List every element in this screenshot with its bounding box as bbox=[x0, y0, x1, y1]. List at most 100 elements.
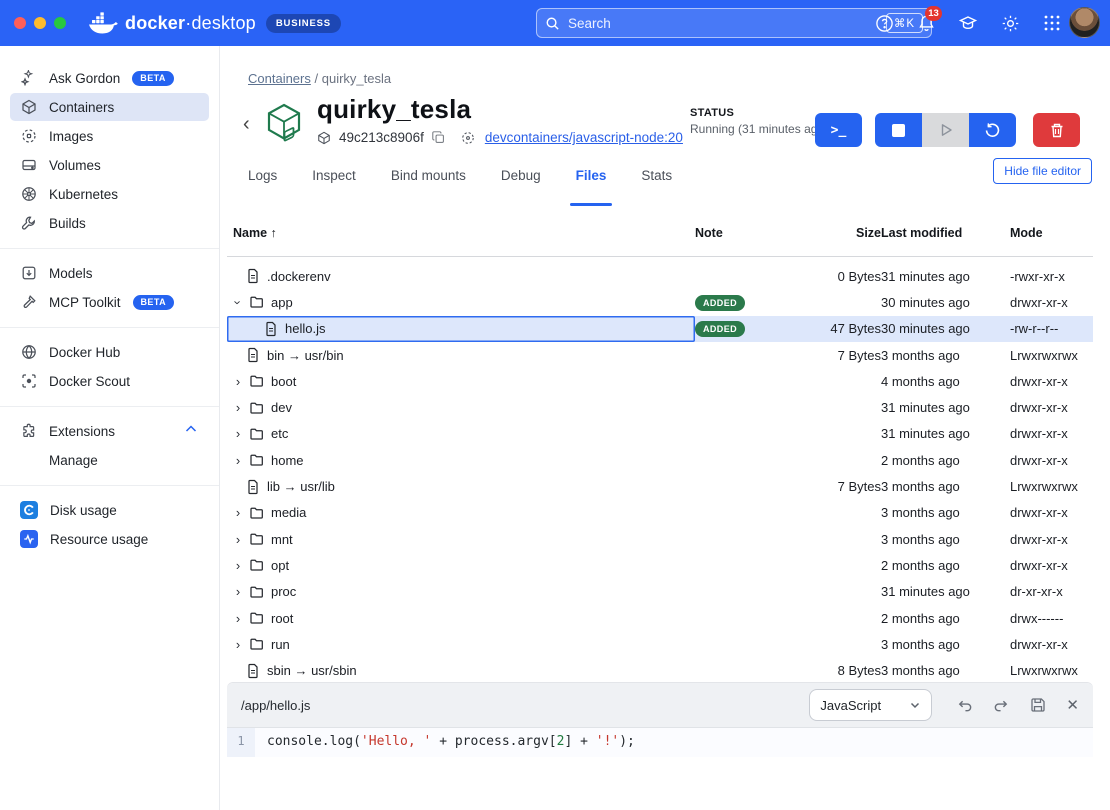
file-row-media[interactable]: ›media3 months agodrwxr-xr-x bbox=[227, 500, 1093, 526]
chevron-up-icon[interactable] bbox=[183, 421, 199, 442]
file-row-sbin[interactable]: sbin → usr/sbin8 Bytes3 months agoLrwxrw… bbox=[227, 657, 1093, 683]
sidebar-item-builds[interactable]: Builds bbox=[10, 209, 209, 237]
stop-button[interactable] bbox=[875, 113, 922, 147]
tab-files[interactable]: Files bbox=[576, 164, 607, 200]
close-editor-icon[interactable]: ✕ bbox=[1066, 696, 1079, 714]
column-header-mode[interactable]: Mode bbox=[1010, 226, 1093, 240]
window-close-button[interactable] bbox=[14, 17, 26, 29]
file-name-cell[interactable]: sbin → usr/sbin bbox=[227, 657, 695, 683]
restart-button[interactable] bbox=[969, 113, 1016, 147]
chevron-collapsed-icon[interactable]: › bbox=[233, 637, 243, 652]
file-name-cell[interactable]: ›proc bbox=[227, 579, 695, 605]
breadcrumb-containers-link[interactable]: Containers bbox=[248, 71, 311, 86]
sidebar-item-kubernetes[interactable]: Kubernetes bbox=[10, 180, 209, 208]
language-select[interactable]: JavaScript bbox=[809, 689, 932, 721]
undo-icon[interactable] bbox=[955, 696, 973, 714]
file-name-cell[interactable]: hello.js bbox=[227, 316, 695, 342]
file-name-cell[interactable]: ›boot bbox=[227, 368, 695, 394]
sidebar-section: Disk usageResource usage bbox=[0, 485, 219, 558]
file-row-opt[interactable]: ›opt2 months agodrwxr-xr-x bbox=[227, 552, 1093, 578]
chevron-collapsed-icon[interactable]: › bbox=[233, 611, 243, 626]
file-name-cell[interactable]: .dockerenv bbox=[227, 263, 695, 289]
column-header-modified[interactable]: Last modified bbox=[881, 226, 1010, 240]
redo-icon[interactable] bbox=[992, 696, 1010, 714]
tab-stats[interactable]: Stats bbox=[641, 164, 672, 200]
save-icon[interactable] bbox=[1029, 696, 1047, 714]
user-avatar[interactable] bbox=[1069, 7, 1100, 38]
sidebar-item-label: Docker Hub bbox=[49, 345, 120, 360]
file-name-cell[interactable]: lib → usr/lib bbox=[227, 473, 695, 499]
file-row-lib[interactable]: lib → usr/lib7 Bytes3 months agoLrwxrwxr… bbox=[227, 473, 1093, 499]
chevron-collapsed-icon[interactable]: › bbox=[233, 374, 243, 389]
tab-debug[interactable]: Debug bbox=[501, 164, 541, 200]
column-header-name[interactable]: Name ↑ bbox=[227, 226, 695, 240]
file-row-boot[interactable]: ›boot4 months agodrwxr-xr-x bbox=[227, 368, 1093, 394]
sidebar-item-docker-scout[interactable]: Docker Scout bbox=[10, 367, 209, 395]
chevron-collapsed-icon[interactable]: › bbox=[233, 584, 243, 599]
sidebar-item-manage[interactable]: Manage bbox=[10, 446, 209, 474]
sidebar-item-models[interactable]: Models bbox=[10, 259, 209, 287]
apps-grid-icon[interactable] bbox=[1042, 13, 1062, 33]
search-input[interactable]: Search ⌘K bbox=[536, 8, 932, 38]
copy-id-icon[interactable] bbox=[432, 131, 445, 144]
file-name-cell[interactable]: ›dev bbox=[227, 394, 695, 420]
file-row-app[interactable]: ›appADDED30 minutes agodrwxr-xr-x bbox=[227, 289, 1093, 315]
chevron-collapsed-icon[interactable]: › bbox=[233, 558, 243, 573]
file-row-home[interactable]: ›home2 months agodrwxr-xr-x bbox=[227, 447, 1093, 473]
tab-logs[interactable]: Logs bbox=[248, 164, 277, 200]
file-row-mnt[interactable]: ›mnt3 months agodrwxr-xr-x bbox=[227, 526, 1093, 552]
tab-inspect[interactable]: Inspect bbox=[312, 164, 356, 200]
file-name-cell[interactable]: ›opt bbox=[227, 552, 695, 578]
sidebar-item-ask-gordon[interactable]: Ask GordonBETA bbox=[10, 64, 209, 92]
editor-code-line[interactable]: console.log('Hello, ' + process.argv[2] … bbox=[255, 728, 1093, 757]
file-row-root[interactable]: ›root2 months agodrwx------ bbox=[227, 605, 1093, 631]
file-row-run[interactable]: ›run3 months agodrwxr-xr-x bbox=[227, 631, 1093, 657]
file-row-dev[interactable]: ›dev31 minutes agodrwxr-xr-x bbox=[227, 394, 1093, 420]
delete-button[interactable] bbox=[1033, 113, 1080, 147]
file-row-bin[interactable]: bin → usr/bin7 Bytes3 months agoLrwxrwxr… bbox=[227, 342, 1093, 368]
chevron-collapsed-icon[interactable]: › bbox=[233, 505, 243, 520]
open-terminal-button[interactable]: >_ bbox=[815, 113, 862, 147]
file-row-hello.js[interactable]: hello.jsADDED47 Bytes30 minutes ago-rw-r… bbox=[227, 316, 1093, 342]
chevron-expanded-icon[interactable]: › bbox=[231, 297, 246, 307]
sidebar-item-extensions[interactable]: Extensions bbox=[10, 417, 209, 445]
settings-gear-icon[interactable] bbox=[1000, 13, 1020, 33]
sidebar-section: Ask GordonBETAContainersImagesVolumesKub… bbox=[0, 60, 219, 242]
chevron-collapsed-icon[interactable]: › bbox=[233, 532, 243, 547]
file-name-cell[interactable]: ›media bbox=[227, 500, 695, 526]
chevron-collapsed-icon[interactable]: › bbox=[233, 453, 243, 468]
file-name-cell[interactable]: ›etc bbox=[227, 421, 695, 447]
file-name-cell[interactable]: ›mnt bbox=[227, 526, 695, 552]
sidebar-item-disk-usage[interactable]: Disk usage bbox=[10, 496, 209, 524]
chevron-collapsed-icon[interactable]: › bbox=[233, 400, 243, 415]
file-row-etc[interactable]: ›etc31 minutes agodrwxr-xr-x bbox=[227, 421, 1093, 447]
window-zoom-button[interactable] bbox=[54, 17, 66, 29]
sidebar-item-volumes[interactable]: Volumes bbox=[10, 151, 209, 179]
back-chevron-button[interactable]: ‹ bbox=[243, 114, 250, 134]
sidebar-item-images[interactable]: Images bbox=[10, 122, 209, 150]
file-name-cell[interactable]: ›app bbox=[227, 289, 695, 315]
hide-file-editor-button[interactable]: Hide file editor bbox=[993, 158, 1092, 184]
sidebar-item-resource-usage[interactable]: Resource usage bbox=[10, 525, 209, 553]
sidebar-item-docker-hub[interactable]: Docker Hub bbox=[10, 338, 209, 366]
file-name-cell[interactable]: bin → usr/bin bbox=[227, 342, 695, 368]
editor-body[interactable]: 1 console.log('Hello, ' + process.argv[2… bbox=[227, 728, 1093, 757]
file-row-dockerenv[interactable]: .dockerenv0 Bytes31 minutes ago-rwxr-xr-… bbox=[227, 263, 1093, 289]
file-row-proc[interactable]: ›proc31 minutes agodr-xr-xr-x bbox=[227, 579, 1093, 605]
chevron-collapsed-icon[interactable]: › bbox=[233, 426, 243, 441]
help-icon[interactable] bbox=[874, 13, 894, 33]
image-link[interactable]: devcontainers/javascript-node:20 bbox=[485, 130, 683, 145]
mode-cell: -rwxr-xr-x bbox=[1010, 269, 1093, 284]
column-header-size[interactable]: Size bbox=[781, 226, 881, 240]
learning-center-icon[interactable] bbox=[958, 13, 978, 33]
container-title: quirky_tesla bbox=[317, 94, 471, 125]
file-name-cell[interactable]: ›root bbox=[227, 605, 695, 631]
file-name-cell[interactable]: ›run bbox=[227, 631, 695, 657]
window-minimize-button[interactable] bbox=[34, 17, 46, 29]
column-header-note[interactable]: Note bbox=[695, 226, 781, 240]
sidebar-item-mcp-toolkit[interactable]: MCP ToolkitBETA bbox=[10, 288, 209, 316]
notifications-bell-icon[interactable]: 13 bbox=[916, 13, 936, 33]
file-name-cell[interactable]: ›home bbox=[227, 447, 695, 473]
sidebar-item-containers[interactable]: Containers bbox=[10, 93, 209, 121]
tab-bind-mounts[interactable]: Bind mounts bbox=[391, 164, 466, 200]
